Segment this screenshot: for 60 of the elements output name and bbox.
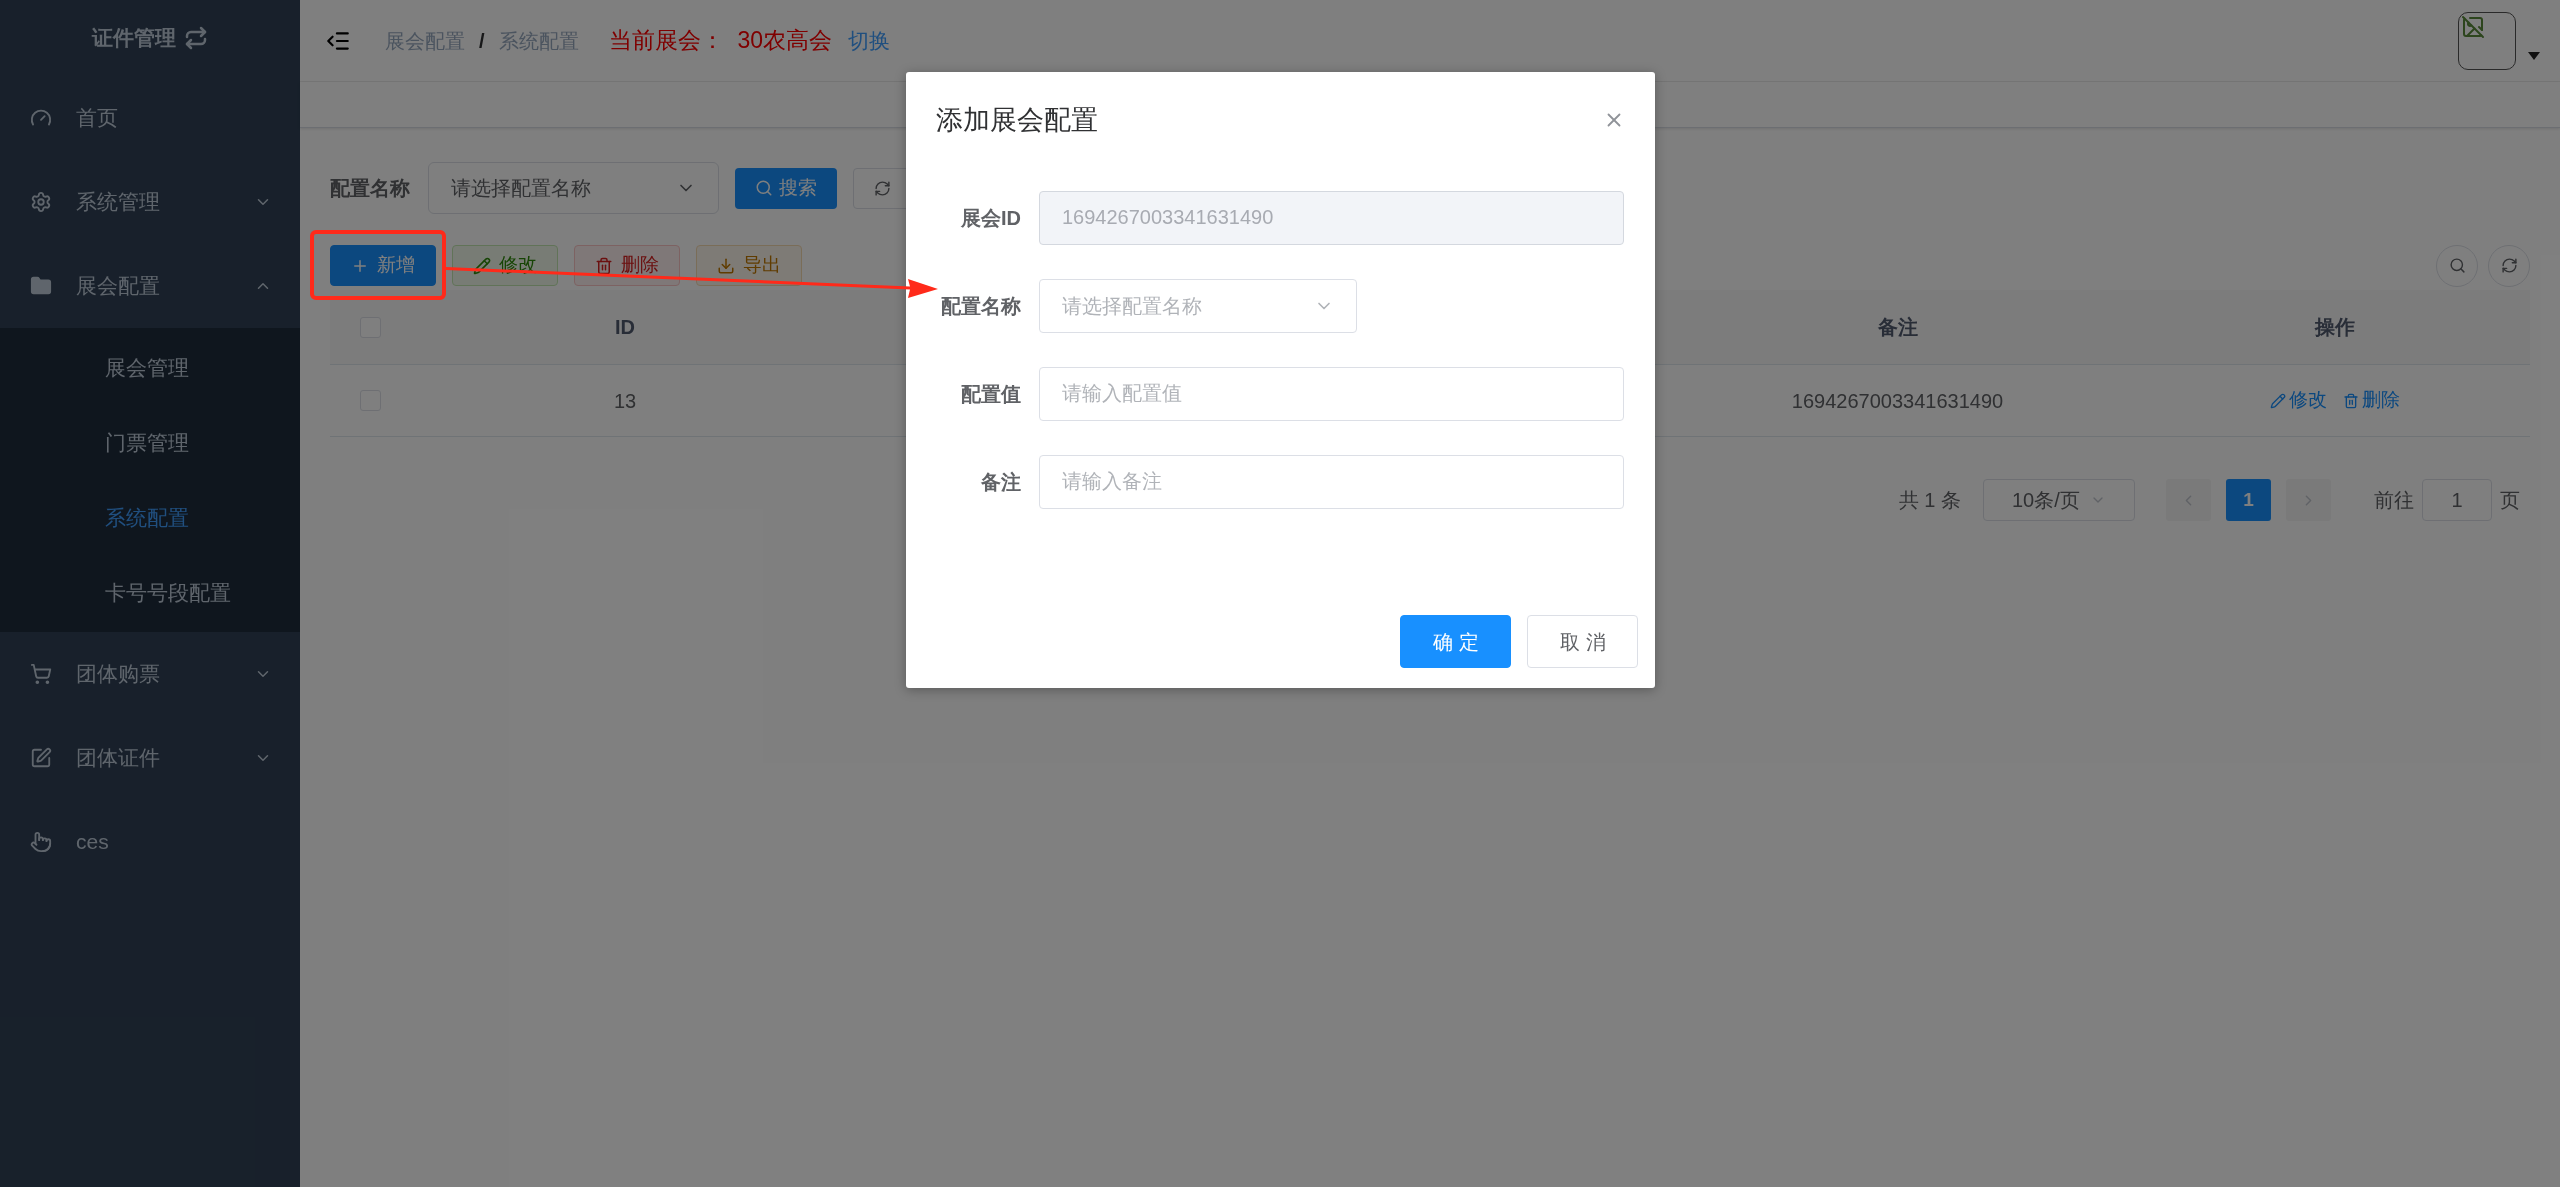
field-label: 配置名称: [330, 176, 410, 201]
row-action-link[interactable]: 修改: [2270, 386, 2327, 415]
cancel-button[interactable]: 取消: [1527, 615, 1638, 668]
sidebar-item[interactable]: 展会配置: [0, 244, 300, 328]
config-name-select[interactable]: 请选择配置名称: [1039, 278, 1357, 333]
table-cell-text: 13: [613, 388, 637, 414]
sidebar-item[interactable]: ces: [0, 800, 300, 884]
dialog-title: 添加展会配置: [936, 104, 1098, 137]
search-icon: [755, 179, 773, 197]
total-count: 共 1 条: [1898, 488, 1961, 513]
goto-suffix: 页: [2500, 488, 2520, 513]
page-button[interactable]: 1: [2226, 479, 2271, 521]
table-cell-text: 1694267003341631490: [1791, 388, 2004, 414]
input-field[interactable]: 请输入备注: [1039, 454, 1624, 509]
column-header: ID: [615, 315, 635, 340]
refresh-icon: [874, 179, 891, 197]
refresh-icon: [2500, 257, 2518, 274]
sidebar-item[interactable]: 系统管理: [0, 160, 300, 244]
field-label: 配置值: [961, 381, 1021, 407]
folder-icon: [30, 275, 52, 297]
avatar[interactable]: [2458, 11, 2516, 70]
trash-icon: [2343, 392, 2359, 409]
confirm-button[interactable]: 确定: [1400, 615, 1511, 668]
app-title: 证件管理: [92, 25, 176, 52]
row-action-link[interactable]: 删除: [2343, 386, 2400, 415]
submenu-item[interactable]: 系统配置: [0, 480, 300, 555]
breadcrumb-separator: /: [479, 28, 485, 54]
column-header: 操作: [2315, 315, 2355, 340]
field-label: 备注: [981, 469, 1021, 495]
trash-icon: [595, 256, 613, 275]
current-exhibition-name: 30农高会: [737, 26, 833, 56]
sidebar-item[interactable]: 团体购票: [0, 632, 300, 716]
sidebar-item[interactable]: 团体证件: [0, 716, 300, 800]
goto-label: 前往: [2374, 488, 2414, 513]
edit-icon: [30, 747, 52, 769]
goto-page-field[interactable]: 1: [2422, 479, 2492, 521]
pointer-icon: [30, 831, 52, 853]
pencil-icon: [2270, 392, 2286, 409]
broken-image-icon: [2461, 14, 2485, 39]
submenu-item[interactable]: 卡号号段配置: [0, 555, 300, 630]
config-name-select[interactable]: 请选择配置名称: [428, 162, 719, 214]
current-exhibition-label: 当前展会：: [608, 26, 724, 56]
field-label: 配置名称: [941, 293, 1021, 319]
submenu-item[interactable]: 展会管理: [0, 330, 300, 405]
column-header: 备注: [1877, 315, 1918, 340]
toolbar-button[interactable]: 新增: [330, 245, 436, 286]
field-label: 展会ID: [961, 205, 1021, 231]
submenu-item[interactable]: 门票管理: [0, 405, 300, 480]
input-field[interactable]: 请输入配置值: [1039, 366, 1624, 421]
caret-down-icon[interactable]: [2528, 51, 2540, 60]
page-size-select[interactable]: 10条/页: [1983, 479, 2135, 521]
pencil-icon: [473, 256, 491, 275]
sidebar-item[interactable]: 首页: [0, 76, 300, 160]
cart-icon: [30, 663, 52, 685]
search-button[interactable]: 搜索: [735, 167, 837, 209]
repeat-icon[interactable]: [184, 26, 208, 50]
search-icon: [2448, 257, 2466, 274]
switch-link[interactable]: 切换: [848, 24, 891, 57]
download-icon: [717, 256, 735, 275]
gear-icon: [30, 191, 52, 213]
